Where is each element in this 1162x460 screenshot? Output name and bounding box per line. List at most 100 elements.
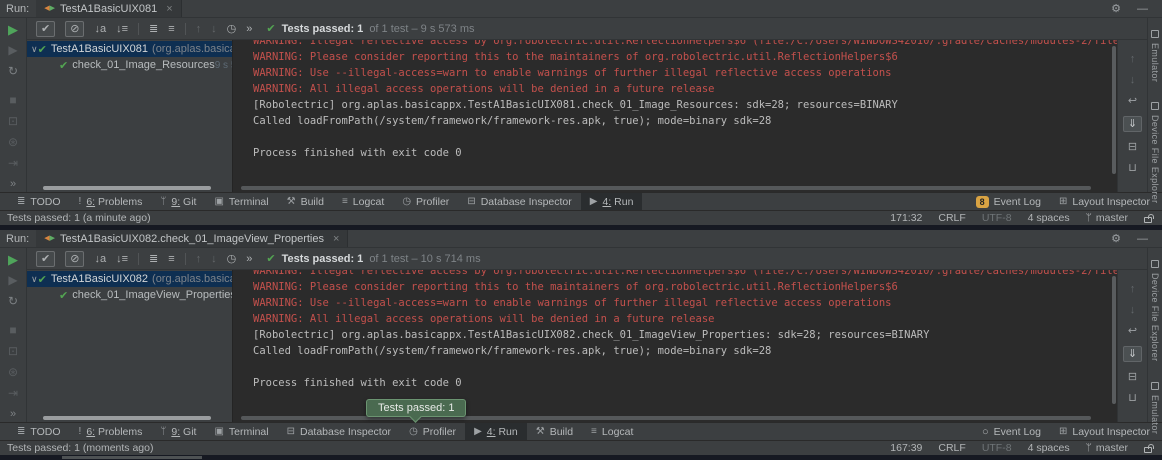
stop-icon[interactable]: ■: [9, 94, 16, 107]
tree-horizontal-scrollbar[interactable]: [43, 416, 211, 420]
tree-row-test-case[interactable]: ✔ check_01_Image_Resources 9 s 573 ms: [27, 57, 232, 73]
test-history-icon[interactable]: ◷: [227, 23, 237, 35]
tool-window-button-device-file-explorer[interactable]: Device File Explorer: [1150, 102, 1160, 204]
hide-toolbar-icon[interactable]: »: [10, 178, 16, 190]
minimize-icon[interactable]: —: [1137, 233, 1148, 245]
git-branch-widget[interactable]: ᛘmaster: [1086, 442, 1128, 454]
toolbar-overflow-icon[interactable]: »: [246, 253, 252, 265]
show-ignored-icon[interactable]: ⊘: [65, 21, 84, 37]
toolbar-overflow-icon[interactable]: »: [246, 23, 252, 35]
import-test-results-icon[interactable]: ⇥: [8, 387, 18, 400]
close-icon[interactable]: ×: [333, 233, 339, 245]
toolwindow-todo[interactable]: ≣TODO: [8, 423, 70, 440]
chevron-down-icon[interactable]: ∨: [31, 274, 38, 285]
screenshot-camera-icon[interactable]: ⊡: [8, 345, 18, 358]
file-encoding[interactable]: UTF-8: [982, 442, 1012, 454]
rerun-icon[interactable]: ▶: [8, 23, 18, 36]
rerun-failed-tests-icon[interactable]: ▶: [8, 274, 17, 287]
sort-alphabetically-icon[interactable]: ↓a: [94, 23, 106, 35]
auto-test-refresh-icon[interactable]: ↻: [8, 295, 18, 308]
rerun-icon[interactable]: ▶: [8, 253, 18, 266]
screenshot-camera-icon[interactable]: ⊡: [8, 115, 18, 128]
print-icon[interactable]: ⊟: [1128, 141, 1137, 153]
git-branch-widget[interactable]: ᛘmaster: [1086, 212, 1128, 224]
collapse-all-icon[interactable]: ≡: [168, 23, 174, 35]
toolwindow-database-inspector[interactable]: ⊟Database Inspector: [458, 193, 580, 210]
gear-icon[interactable]: ⚙: [1111, 232, 1121, 245]
toolwindow-problems[interactable]: !6: Problems: [70, 423, 152, 440]
line-ending[interactable]: CRLF: [938, 442, 965, 454]
tree-row-root[interactable]: ∨ ✔ TestA1BasicUIX082 (org.aplas.basica …: [27, 271, 232, 287]
hide-toolbar-icon[interactable]: »: [10, 408, 16, 420]
toolwindow-profiler[interactable]: ◷Profiler: [393, 193, 458, 210]
scroll-down-icon[interactable]: ↓: [1130, 304, 1136, 316]
clear-all-trash-icon[interactable]: ⊔: [1128, 392, 1137, 404]
sort-by-duration-icon[interactable]: ↓≡: [116, 23, 128, 35]
toolwindow-profiler[interactable]: ◷Profiler: [400, 423, 465, 440]
toolwindow-build[interactable]: ⚒Build: [527, 423, 582, 440]
test-settings-icon[interactable]: ⊛: [8, 366, 18, 379]
expand-all-icon[interactable]: ≣: [149, 23, 158, 35]
rerun-failed-tests-icon[interactable]: ▶: [8, 44, 17, 57]
sort-alphabetically-icon[interactable]: ↓a: [94, 253, 106, 265]
scroll-up-icon[interactable]: ↑: [1130, 283, 1136, 295]
toolwindow-run[interactable]: ▶4: Run: [465, 423, 527, 440]
tree-horizontal-scrollbar[interactable]: [43, 186, 211, 190]
scroll-up-icon[interactable]: ↑: [1130, 53, 1136, 65]
file-encoding[interactable]: UTF-8: [982, 212, 1012, 224]
sort-by-duration-icon[interactable]: ↓≡: [116, 253, 128, 265]
scroll-down-icon[interactable]: ↓: [1130, 74, 1136, 86]
toolwindow-problems[interactable]: !6: Problems: [70, 193, 152, 210]
soft-wrap-icon[interactable]: ↩: [1128, 325, 1137, 337]
console-horizontal-scrollbar[interactable]: [241, 186, 1091, 190]
auto-test-refresh-icon[interactable]: ↻: [8, 65, 18, 78]
stop-icon[interactable]: ■: [9, 324, 16, 337]
indent-setting[interactable]: 4 spaces: [1028, 212, 1070, 224]
gear-icon[interactable]: ⚙: [1111, 2, 1121, 15]
clear-all-trash-icon[interactable]: ⊔: [1128, 162, 1137, 174]
show-ignored-icon[interactable]: ⊘: [65, 251, 84, 267]
print-icon[interactable]: ⊟: [1128, 371, 1137, 383]
chevron-down-icon[interactable]: ∨: [31, 44, 38, 55]
expand-all-icon[interactable]: ≣: [149, 253, 158, 265]
toolwindow-logcat[interactable]: ≡Logcat: [582, 423, 642, 440]
unlock-icon[interactable]: [1144, 217, 1152, 223]
layout-inspector-button[interactable]: ⊞ Layout Inspector: [1059, 196, 1150, 208]
tool-window-button-device-file-explorer[interactable]: Device File Explorer: [1150, 260, 1160, 362]
scroll-to-end-icon[interactable]: ⇓: [1123, 346, 1142, 362]
collapse-all-icon[interactable]: ≡: [168, 253, 174, 265]
minimize-icon[interactable]: —: [1137, 3, 1148, 15]
toolwindow-git[interactable]: ᛘ9: Git: [151, 423, 205, 440]
next-occurrence-icon[interactable]: ↓: [211, 253, 217, 265]
tool-window-button-emulator[interactable]: Emulator: [1150, 382, 1160, 434]
unlock-icon[interactable]: [1144, 447, 1152, 453]
caret-position[interactable]: 167:39: [890, 442, 922, 454]
show-passed-icon[interactable]: ✔: [36, 21, 55, 37]
console-vertical-scrollbar[interactable]: [1112, 46, 1116, 174]
layout-inspector-button[interactable]: ⊞ Layout Inspector: [1059, 426, 1150, 438]
event-log-button[interactable]: ○ Event Log: [982, 426, 1041, 438]
toolwindow-todo[interactable]: ≣TODO: [8, 193, 70, 210]
run-tab[interactable]: ◀▶ TestA1BasicUIX082.check_01_ImageView_…: [36, 230, 348, 247]
caret-position[interactable]: 171:32: [890, 212, 922, 224]
console-vertical-scrollbar[interactable]: [1112, 276, 1116, 404]
import-test-results-icon[interactable]: ⇥: [8, 157, 18, 170]
toolwindow-database-inspector[interactable]: ⊟Database Inspector: [278, 423, 400, 440]
toolwindow-run[interactable]: ▶4: Run: [581, 193, 643, 210]
tree-row-root[interactable]: ∨ ✔ TestA1BasicUIX081 (org.aplas.basica …: [27, 41, 232, 57]
indent-setting[interactable]: 4 spaces: [1028, 442, 1070, 454]
line-ending[interactable]: CRLF: [938, 212, 965, 224]
run-tab[interactable]: ◀▶ TestA1BasicUIX081 ×: [36, 0, 181, 17]
event-log-button[interactable]: 8 Event Log: [976, 196, 1041, 208]
previous-occurrence-icon[interactable]: ↑: [196, 23, 202, 35]
show-passed-icon[interactable]: ✔: [36, 251, 55, 267]
toolwindow-logcat[interactable]: ≡Logcat: [333, 193, 393, 210]
test-history-icon[interactable]: ◷: [227, 253, 237, 265]
toolwindow-build[interactable]: ⚒Build: [278, 193, 333, 210]
next-occurrence-icon[interactable]: ↓: [211, 23, 217, 35]
close-icon[interactable]: ×: [166, 3, 172, 15]
soft-wrap-icon[interactable]: ↩: [1128, 95, 1137, 107]
toolwindow-git[interactable]: ᛘ9: Git: [151, 193, 205, 210]
previous-occurrence-icon[interactable]: ↑: [196, 253, 202, 265]
toolwindow-terminal[interactable]: ▣Terminal: [205, 193, 277, 210]
